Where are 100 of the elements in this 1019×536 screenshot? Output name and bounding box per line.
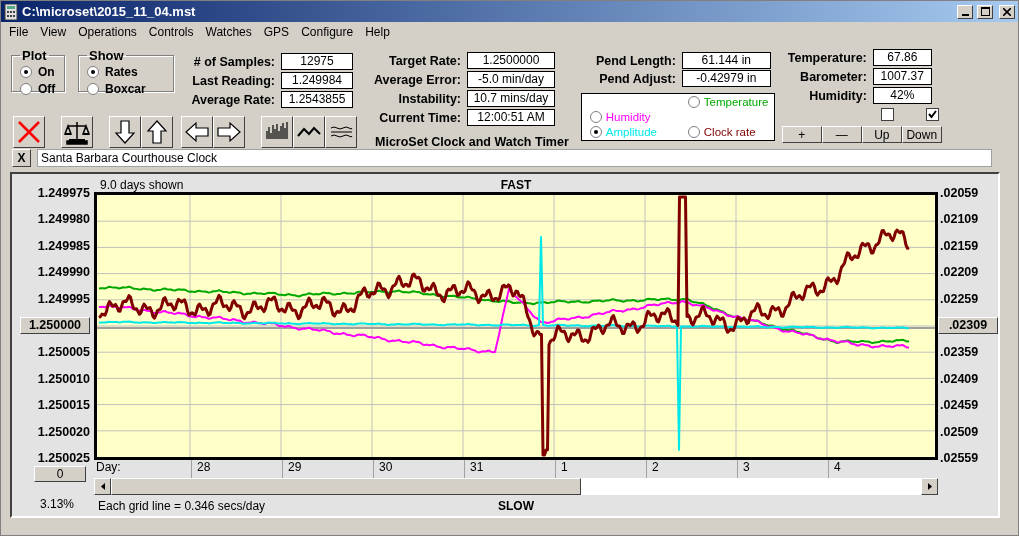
radio-label: Boxcar <box>105 82 146 96</box>
group-title: Show <box>88 48 125 63</box>
field-label: Pend Adjust: <box>598 71 676 86</box>
series-label: Humidity <box>605 110 651 123</box>
field-label: Instability: <box>397 91 461 106</box>
value-field: 61.144 in <box>681 52 771 69</box>
menu-item[interactable]: Configure <box>295 25 360 39</box>
grid-note: Each grid line = 0.346 secs/day <box>97 498 267 513</box>
field-label: # of Samples: <box>192 54 275 69</box>
radio-button[interactable] <box>87 83 99 95</box>
adjust-button[interactable]: Down <box>901 126 942 143</box>
checkbox[interactable] <box>880 108 894 121</box>
field-label: Humidity: <box>808 88 867 103</box>
axis-label: .02109 <box>940 211 979 228</box>
axis-label: .02209 <box>940 264 979 281</box>
toolbar-button[interactable] <box>213 116 245 148</box>
menu-item[interactable]: Help <box>359 25 396 39</box>
scroll-bar[interactable] <box>94 478 938 495</box>
menu-item[interactable]: Watches <box>199 25 258 39</box>
toolbar-button[interactable] <box>293 116 325 148</box>
toolbar-button[interactable] <box>325 116 357 148</box>
balance-scale-icon <box>64 119 90 145</box>
radio-label: On <box>38 65 55 79</box>
radio-button[interactable] <box>589 125 602 138</box>
toolbar-button[interactable] <box>181 116 213 148</box>
axis-label: 1.250020 <box>37 423 90 440</box>
toolbar-button[interactable] <box>141 116 173 148</box>
value-field: 67.86 <box>872 49 932 66</box>
adjust-button[interactable]: — <box>821 126 862 143</box>
value-field: 12:00:51 AM <box>467 109 555 126</box>
menu-item[interactable]: File <box>3 25 35 39</box>
toolbar-button[interactable] <box>109 116 141 148</box>
axis-label: .02359 <box>940 344 979 361</box>
radio-button[interactable] <box>87 66 99 78</box>
down-arrow-icon <box>112 119 138 145</box>
menu-item[interactable]: Controls <box>142 25 200 39</box>
maximize-icon <box>980 7 990 16</box>
delete-icon <box>16 119 42 145</box>
axis-button[interactable]: .02309 <box>938 316 998 334</box>
percent-label: 3.13% <box>40 497 74 511</box>
toolbar-button[interactable] <box>61 116 93 148</box>
close-button[interactable] <box>999 4 1015 19</box>
value-field: 12975 <box>281 53 353 70</box>
right-arrow-icon <box>216 119 242 145</box>
radio-label: Rates <box>105 65 138 79</box>
axis-label: .02159 <box>940 237 979 254</box>
field-label: Current Time: <box>378 110 461 125</box>
adjust-button[interactable]: + <box>781 126 822 143</box>
up-arrow-icon <box>144 119 170 145</box>
minimize-button[interactable] <box>957 4 973 19</box>
field-label: Last Reading: <box>191 73 275 88</box>
radio-label: Off <box>38 82 56 96</box>
value-field: 1.2543855 <box>281 91 353 108</box>
axis-label: .02459 <box>940 397 979 414</box>
maximize-button[interactable] <box>977 4 993 19</box>
toolbar-button[interactable] <box>261 116 293 148</box>
left-arrow-icon <box>100 483 105 490</box>
menu-item[interactable]: GPS <box>257 25 296 39</box>
radio-button[interactable] <box>687 125 700 138</box>
menu-item[interactable]: View <box>34 25 73 39</box>
value-field: -0.42979 in <box>681 70 771 87</box>
app-title: MicroSet Clock and Watch Timer <box>375 135 569 149</box>
axis-label: 1.249990 <box>37 264 90 281</box>
day-axis-title: Day: <box>95 460 122 476</box>
window-title: C:\microset\2015_11_04.mst <box>22 4 197 19</box>
radio-button[interactable] <box>687 95 700 108</box>
field-label: Target Rate: <box>388 53 461 68</box>
value-field: -5.0 min/day <box>467 71 555 88</box>
series-label: Clock rate <box>703 125 756 138</box>
radio-button[interactable] <box>20 66 32 78</box>
axis-label: 1.250005 <box>37 344 90 361</box>
value-field: 1.2500000 <box>467 52 555 69</box>
name-field[interactable]: Santa Barbara Courthouse Clock <box>37 148 992 167</box>
axis-label: .02559 <box>940 449 979 466</box>
series-label: Temperature <box>703 95 769 108</box>
checkbox[interactable] <box>925 108 939 121</box>
axis-label: .02509 <box>940 423 979 440</box>
series-label: Amplitude <box>605 125 657 138</box>
right-arrow-icon <box>927 483 932 490</box>
radio-button[interactable] <box>20 83 32 95</box>
axis-button[interactable]: 1.250000 <box>20 316 90 334</box>
axis-label: 1.249975 <box>37 185 90 201</box>
axis-label: 1.250015 <box>37 397 90 414</box>
axis-label: 1.249980 <box>37 211 90 228</box>
value-field: 1007.37 <box>872 68 932 85</box>
close-icon <box>1003 7 1011 16</box>
clear-button[interactable]: X <box>12 148 31 167</box>
days-shown-label: 9.0 days shown <box>99 178 185 192</box>
fast-label: FAST <box>500 178 532 192</box>
zero-button[interactable]: 0 <box>34 466 86 482</box>
adjust-button[interactable]: Up <box>861 126 902 143</box>
axis-label: .02259 <box>940 290 979 307</box>
value-field: 1.249984 <box>281 72 353 89</box>
toolbar-button[interactable] <box>13 116 45 148</box>
axis-label: 1.249995 <box>37 290 90 307</box>
radio-button[interactable] <box>589 110 602 123</box>
slow-label: SLOW <box>498 498 534 513</box>
menu-item[interactable]: Operations <box>72 25 143 39</box>
field-label: Pend Length: <box>594 53 676 68</box>
left-arrow-icon <box>184 119 210 145</box>
